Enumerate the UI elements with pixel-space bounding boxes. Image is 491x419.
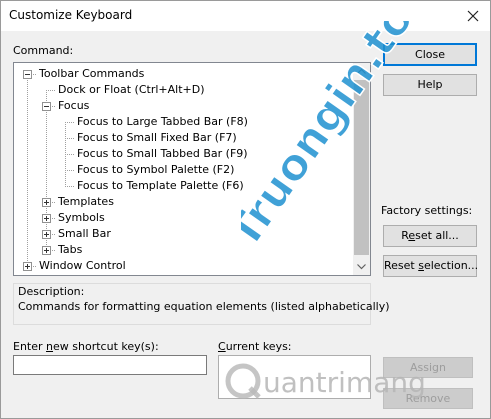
tree-item[interactable]: Toolbar Commands (39, 66, 144, 82)
tree-item[interactable]: Focus to Small Fixed Bar (F7) (77, 130, 237, 146)
expand-plus-icon[interactable] (42, 246, 51, 255)
scroll-up-arrow-icon[interactable] (353, 63, 370, 80)
expand-plus-icon[interactable] (42, 214, 51, 223)
tree-item[interactable]: Focus to Template Palette (F6) (77, 178, 244, 194)
tree-item[interactable]: Templates (58, 194, 114, 210)
tree-item[interactable]: Focus (58, 98, 89, 114)
help-button[interactable]: Help (383, 74, 477, 96)
expand-plus-icon[interactable] (23, 262, 32, 271)
collapse-minus-icon[interactable] (23, 70, 32, 79)
new-shortcut-input[interactable] (13, 355, 207, 375)
new-shortcut-label: Enter new shortcut key(s): (13, 340, 159, 353)
remove-button[interactable]: Remove (383, 388, 473, 409)
tree-item[interactable]: Focus to Small Tabbed Bar (F9) (77, 146, 248, 162)
tree-item[interactable]: Dock or Float (Ctrl+Alt+D) (58, 82, 204, 98)
tree-item[interactable]: Symbols (58, 210, 105, 226)
expand-plus-icon[interactable] (42, 230, 51, 239)
tree-vertical-scrollbar[interactable] (353, 63, 370, 275)
expand-plus-icon[interactable] (42, 198, 51, 207)
tree-item[interactable]: Focus to Large Tabbed Bar (F8) (77, 114, 248, 130)
collapse-minus-icon[interactable] (42, 102, 51, 111)
assign-button[interactable]: Assign (383, 357, 473, 378)
current-keys-list[interactable] (218, 355, 371, 399)
command-label: Command: (13, 44, 74, 57)
scroll-down-arrow-icon[interactable] (353, 258, 370, 275)
close-button[interactable]: Close (383, 43, 477, 66)
tree-item[interactable]: Window Control (39, 258, 126, 274)
close-icon[interactable] (462, 5, 484, 27)
current-keys-label: Current keys: (218, 340, 292, 353)
tree-item[interactable]: Tabs (58, 242, 82, 258)
tree-item[interactable]: Focus to Symbol Palette (F2) (77, 162, 234, 178)
description-label: Description: (18, 285, 85, 298)
tree-item[interactable]: Small Bar (58, 226, 111, 242)
scroll-thumb[interactable] (354, 80, 369, 255)
reset-all-button[interactable]: Reset all... (383, 225, 477, 247)
window-title: Customize Keyboard (9, 8, 133, 22)
factory-settings-label: Factory settings: (381, 204, 473, 217)
reset-selection-button[interactable]: Reset selection... (383, 255, 478, 277)
description-text: Commands for formatting equation element… (18, 300, 390, 313)
command-tree[interactable]: Toolbar Commands Dock or Float (Ctrl+Alt+… (13, 62, 371, 276)
title-bar: Customize Keyboard (1, 1, 490, 31)
customize-keyboard-dialog: Customize Keyboard Command: Toolbar Comm… (0, 0, 491, 419)
